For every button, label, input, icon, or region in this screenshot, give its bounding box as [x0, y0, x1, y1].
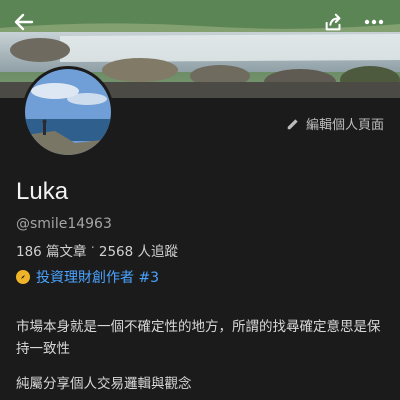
followers-count[interactable]: 2568 人追蹤: [99, 240, 178, 260]
share-button[interactable]: [318, 6, 350, 38]
profile-name: Luka: [16, 178, 69, 205]
edit-profile-button[interactable]: 編輯個人頁面: [286, 114, 384, 133]
profile-bio: 市場本身就是一個不確定性的地方，所謂的找尋確定意思是保持一致性: [16, 319, 381, 357]
profile-handle: @smile14963: [16, 216, 112, 232]
stats-separator: ·: [90, 240, 95, 256]
more-button[interactable]: [358, 6, 390, 38]
arrow-left-icon: [14, 13, 34, 31]
creator-badge-label: 投資理財創作者 #3: [36, 270, 160, 286]
edit-profile-label: 編輯個人頁面: [305, 118, 384, 133]
back-button[interactable]: [8, 6, 40, 38]
creator-badge[interactable]: 投資理財創作者 #3: [16, 267, 159, 287]
pencil-icon: [287, 118, 298, 129]
profile-bio-secondary: 純屬分享個人交易邏輯與觀念: [16, 376, 192, 392]
share-icon: [325, 13, 341, 31]
compass-icon: [16, 270, 30, 284]
articles-count[interactable]: 186 篇文章: [16, 240, 87, 260]
profile-stats: 186 篇文章 · 2568 人追蹤: [16, 240, 178, 260]
more-horizontal-icon: [364, 19, 384, 25]
avatar[interactable]: [22, 66, 114, 158]
